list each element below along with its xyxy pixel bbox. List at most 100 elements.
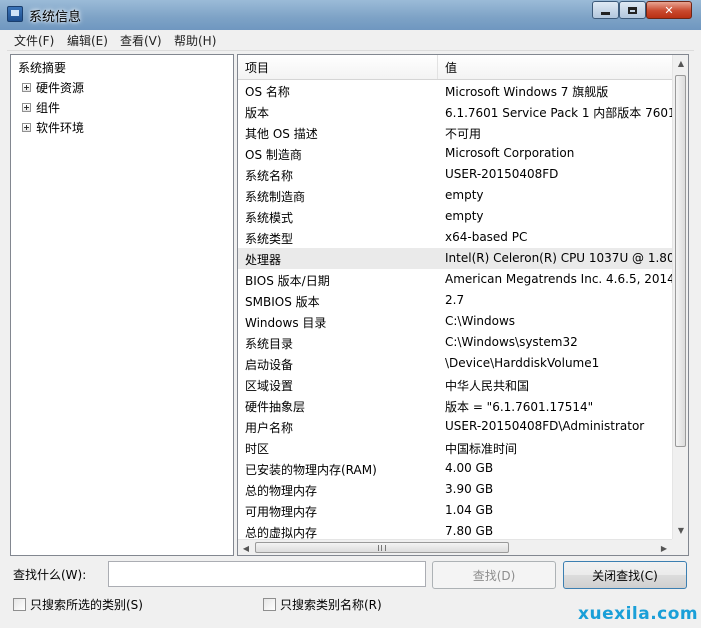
find-what-label: 查找什么(W): (13, 568, 87, 582)
row-item-cell: 区域设置 (245, 379, 294, 393)
title-bar[interactable]: 系统信息 ✕ (0, 0, 701, 30)
tree-item-label: 软件环境 (36, 120, 85, 135)
row-item-cell: 系统类型 (245, 232, 294, 246)
row-value-cell: \Device\HarddiskVolume1 (445, 356, 600, 370)
menu-bar: 文件(F) 编辑(E) 查看(V) 帮助(H) (7, 30, 694, 51)
close-icon: ✕ (664, 3, 674, 17)
menu-edit[interactable]: 编辑(E) (67, 32, 108, 49)
tree-item-label: 组件 (36, 100, 61, 115)
table-row[interactable]: 版本 6.1.7601 Service Pack 1 内部版本 7601 (238, 101, 672, 122)
row-item-cell: 版本 (245, 106, 270, 120)
row-value-cell: 中国标准时间 (445, 442, 518, 456)
table-row[interactable]: OS 名称 Microsoft Windows 7 旗舰版 (238, 80, 672, 101)
table-row[interactable]: 启动设备 \Device\HarddiskVolume1 (238, 353, 672, 374)
tree-item-hardware-resources[interactable]: 硬件资源 (22, 77, 84, 97)
row-item-cell: BIOS 版本/日期 (245, 274, 330, 288)
table-row[interactable]: 可用物理内存 1.04 GB (238, 500, 672, 521)
row-value-cell: 6.1.7601 Service Pack 1 内部版本 7601 (445, 106, 672, 120)
scroll-right-arrow-icon[interactable]: ▶ (656, 540, 672, 555)
row-value-cell: empty (445, 209, 484, 223)
table-row[interactable]: BIOS 版本/日期 American Megatrends Inc. 4.6.5… (238, 269, 672, 290)
row-item-cell: 硬件抽象层 (245, 400, 306, 414)
find-button[interactable]: 查找(D) (432, 561, 556, 589)
row-value-cell: 中华人民共和国 (445, 379, 530, 393)
row-value-cell: empty (445, 188, 484, 202)
system-info-app-icon (7, 6, 23, 22)
expand-plus-icon[interactable] (22, 122, 31, 132)
vertical-scroll-thumb[interactable] (675, 75, 686, 447)
table-row[interactable]: 系统类型 x64-based PC (238, 227, 672, 248)
column-header-value[interactable]: 值 (438, 55, 672, 79)
row-value-cell: 版本 = "6.1.7601.17514" (445, 400, 594, 414)
only-selected-category-label: 只搜索所选的类别(S) (30, 598, 143, 612)
table-row[interactable]: 系统名称 USER-20150408FD (238, 164, 672, 185)
close-button[interactable]: ✕ (646, 1, 692, 19)
tree-item-system-summary[interactable]: 系统摘要 (18, 57, 66, 77)
table-row[interactable]: 已安装的物理内存(RAM) 4.00 GB (238, 458, 672, 479)
scroll-grip-icon (378, 544, 386, 551)
category-tree[interactable]: 系统摘要 硬件资源 组件 软件环境 (10, 54, 234, 556)
row-item-cell: 系统模式 (245, 211, 294, 225)
tree-item-components[interactable]: 组件 (22, 97, 60, 117)
scroll-down-arrow-icon[interactable]: ▼ (673, 522, 688, 539)
table-row[interactable]: 总的物理内存 3.90 GB (238, 479, 672, 500)
row-value-cell: Intel(R) Celeron(R) CPU 1037U @ 1.80GHz (445, 251, 672, 265)
row-item-cell: 已安装的物理内存(RAM) (245, 463, 377, 477)
row-item-cell: OS 名称 (245, 85, 290, 99)
table-row[interactable]: Windows 目录 C:\Windows (238, 311, 672, 332)
column-header-item[interactable]: 项目 (238, 55, 438, 79)
only-category-names-option[interactable]: 只搜索类别名称(R) (263, 596, 382, 613)
table-row[interactable]: OS 制造商 Microsoft Corporation (238, 143, 672, 164)
minimize-button[interactable] (592, 1, 619, 19)
table-row[interactable]: 处理器 Intel(R) Celeron(R) CPU 1037U @ 1.80G… (238, 248, 672, 269)
only-selected-category-option[interactable]: 只搜索所选的类别(S) (13, 596, 143, 613)
expand-plus-icon[interactable] (22, 82, 31, 92)
row-item-cell: SMBIOS 版本 (245, 295, 320, 309)
tree-item-label: 硬件资源 (36, 80, 85, 95)
row-item-cell: 总的物理内存 (245, 484, 318, 498)
find-what-input[interactable] (108, 561, 426, 587)
only-selected-category-checkbox[interactable] (13, 598, 26, 611)
table-row[interactable]: 用户名称 USER-20150408FD\Administrator (238, 416, 672, 437)
details-list[interactable]: 项目 值 OS 名称 Microsoft Windows 7 旗舰版版本 6.1.7… (237, 54, 689, 556)
table-row[interactable]: 系统目录 C:\Windows\system32 (238, 332, 672, 353)
row-value-cell: 1.04 GB (445, 503, 494, 517)
row-value-cell: Microsoft Windows 7 旗舰版 (445, 85, 609, 99)
expand-plus-icon[interactable] (22, 102, 31, 112)
row-item-cell: 系统目录 (245, 337, 294, 351)
menu-help[interactable]: 帮助(H) (174, 32, 216, 49)
row-value-cell: C:\Windows (445, 314, 516, 328)
system-information-window: 系统信息 ✕ 文件(F) 编辑(E) 查看(V) 帮助(H) 系统摘要 硬件资源… (0, 0, 701, 628)
maximize-icon (628, 6, 637, 14)
maximize-button[interactable] (619, 1, 646, 19)
row-value-cell: x64-based PC (445, 230, 528, 244)
minimize-icon (601, 11, 610, 15)
table-row[interactable]: 时区 中国标准时间 (238, 437, 672, 458)
row-item-cell: 用户名称 (245, 421, 294, 435)
table-row[interactable]: 其他 OS 描述 不可用 (238, 122, 672, 143)
vertical-scrollbar[interactable]: ▲ ▼ (672, 55, 688, 539)
row-item-cell: Windows 目录 (245, 316, 327, 330)
menu-file[interactable]: 文件(F) (14, 32, 54, 49)
table-row[interactable]: 区域设置 中华人民共和国 (238, 374, 672, 395)
horizontal-scrollbar[interactable]: ◀ ▶ (238, 539, 672, 555)
scroll-left-arrow-icon[interactable]: ◀ (238, 540, 254, 555)
close-find-button[interactable]: 关闭查找(C) (563, 561, 687, 589)
menu-view[interactable]: 查看(V) (120, 32, 162, 49)
only-category-names-label: 只搜索类别名称(R) (280, 598, 382, 612)
row-item-cell: 可用物理内存 (245, 505, 318, 519)
scrollbar-corner (672, 539, 688, 555)
tree-item-software-environment[interactable]: 软件环境 (22, 117, 84, 137)
row-value-cell: USER-20150408FD (445, 167, 559, 181)
scroll-up-arrow-icon[interactable]: ▲ (673, 55, 688, 72)
horizontal-scroll-thumb[interactable] (255, 542, 509, 553)
row-value-cell: 4.00 GB (445, 461, 494, 475)
table-row[interactable]: 系统模式 empty (238, 206, 672, 227)
table-row[interactable]: 系统制造商 empty (238, 185, 672, 206)
row-value-cell: 不可用 (445, 127, 482, 141)
table-row[interactable]: 硬件抽象层 版本 = "6.1.7601.17514" (238, 395, 672, 416)
only-category-names-checkbox[interactable] (263, 598, 276, 611)
row-value-cell: 2.7 (445, 293, 465, 307)
table-row[interactable]: SMBIOS 版本 2.7 (238, 290, 672, 311)
row-item-cell: 启动设备 (245, 358, 294, 372)
